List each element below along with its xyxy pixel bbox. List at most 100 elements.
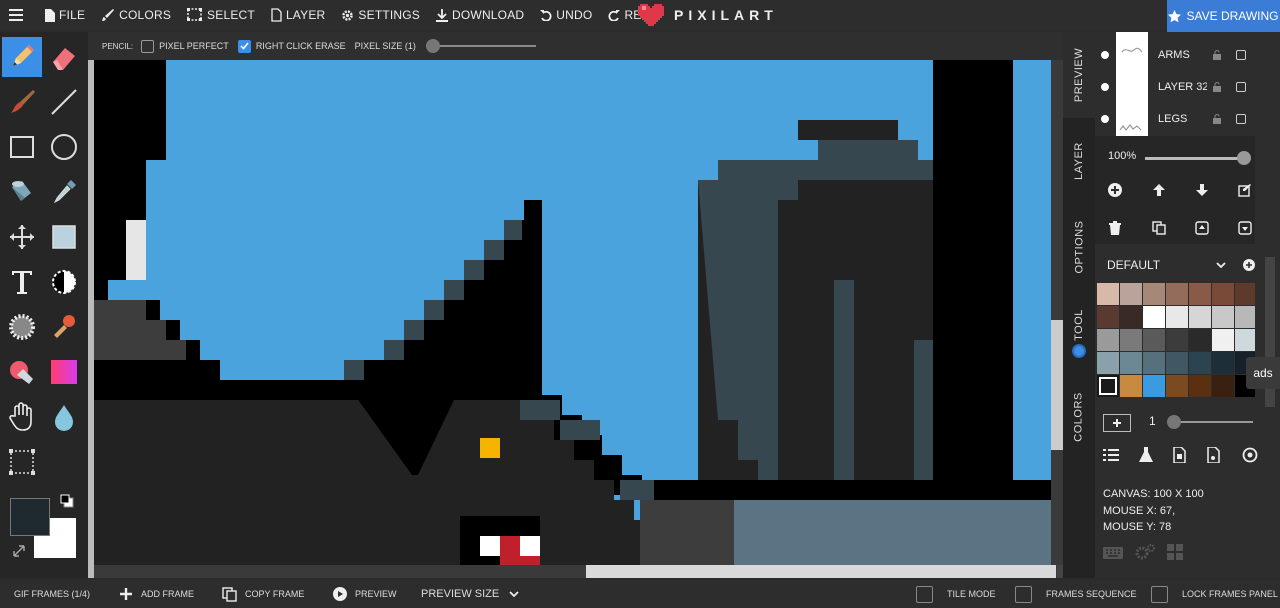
palette-color-swatch[interactable] (1189, 352, 1211, 374)
list-icon[interactable] (1103, 448, 1119, 462)
undo-button[interactable]: UNDO (532, 0, 600, 30)
add-frame-small-button[interactable] (1103, 414, 1131, 432)
unlock-icon[interactable] (1212, 50, 1222, 60)
tile-mode-checkbox[interactable] (916, 585, 933, 603)
select-menu[interactable]: SELECT (179, 0, 263, 30)
palette-color-swatch[interactable] (1212, 283, 1234, 305)
palette-color-swatch[interactable] (1143, 375, 1165, 397)
layer-opacity-slider-knob[interactable] (1237, 151, 1251, 165)
move-tool[interactable] (2, 217, 42, 257)
palette-color-swatch[interactable] (1212, 352, 1234, 374)
add-frame-button[interactable]: ADD FRAME (120, 580, 194, 608)
palette-color-swatch[interactable] (1097, 283, 1119, 305)
copy-frame-button[interactable]: COPY FRAME (222, 580, 304, 608)
palette-color-swatch[interactable] (1097, 329, 1119, 351)
gif-frames-toggle[interactable]: GIF FRAMES (1/4) (14, 580, 90, 608)
palette-color-swatch[interactable] (1120, 329, 1142, 351)
layer-opacity-slider[interactable] (1145, 157, 1243, 160)
add-layer-button[interactable] (1106, 181, 1124, 199)
drawing-canvas-area[interactable] (88, 60, 1063, 578)
palette-color-swatch[interactable] (1189, 306, 1211, 328)
vertical-scroll-thumb[interactable] (1051, 320, 1063, 450)
pixilart-logo[interactable]: PIXILART (638, 0, 778, 30)
palette-color-swatch[interactable] (1097, 306, 1119, 328)
blur-tool[interactable] (44, 397, 84, 437)
grid-icon[interactable] (1167, 544, 1183, 560)
brush-tool[interactable] (2, 82, 42, 122)
palette-color-swatch[interactable] (1120, 306, 1142, 328)
pixel-size-slider-knob[interactable] (425, 39, 440, 53)
layer-row[interactable]: LEGS (1095, 103, 1255, 135)
layer-visibility-dot[interactable] (1101, 51, 1109, 59)
tile-mode-option[interactable]: TILE MODE (916, 580, 996, 608)
palette-color-swatch[interactable] (1189, 375, 1211, 397)
palette-color-swatch[interactable] (1143, 306, 1165, 328)
frame-speed-slider-knob[interactable] (1167, 415, 1181, 429)
palette-color-swatch[interactable] (1143, 329, 1165, 351)
unlock-icon[interactable] (1212, 82, 1222, 92)
palette-color-swatch[interactable] (1189, 329, 1211, 351)
lock-frames-panel-option[interactable]: LOCK FRAMES PANEL (1151, 580, 1278, 608)
palette-color-swatch[interactable] (1143, 283, 1165, 305)
horizontal-scroll-thumb[interactable] (586, 565, 1056, 578)
duplicate-layer-button[interactable] (1150, 219, 1168, 237)
primary-color-swatch[interactable] (10, 498, 50, 536)
horizontal-scrollbar[interactable] (94, 565, 1057, 578)
line-tool[interactable] (44, 82, 84, 122)
add-palette-icon[interactable] (1243, 259, 1255, 271)
layer-visibility-dot[interactable] (1101, 83, 1109, 91)
eraser-tool[interactable] (44, 37, 84, 77)
layer-visibility-dot[interactable] (1101, 115, 1109, 123)
swap-default-colors-icon[interactable] (60, 494, 74, 508)
keyboard-icon[interactable] (1103, 547, 1123, 559)
gradient-tool[interactable] (44, 352, 84, 392)
palette-color-swatch[interactable] (1097, 375, 1119, 397)
palette-color-swatch[interactable] (1166, 306, 1188, 328)
palette-color-swatch[interactable] (1166, 375, 1188, 397)
palette-color-swatch[interactable] (1166, 329, 1188, 351)
delete-layer-button[interactable] (1106, 219, 1124, 237)
layer-checkbox[interactable] (1236, 82, 1246, 92)
right-click-erase-checkbox[interactable] (237, 39, 251, 53)
swap-colors-icon[interactable] (12, 544, 26, 558)
settings-menu[interactable]: SETTINGS (333, 0, 428, 30)
tab-preview[interactable]: PREVIEW (1063, 32, 1095, 118)
flask-icon[interactable] (1139, 447, 1153, 463)
palette-color-swatch[interactable] (1212, 375, 1234, 397)
eyedropper-tool[interactable] (44, 172, 84, 212)
select-rect-tool[interactable] (2, 442, 42, 482)
frames-sequence-option[interactable]: FRAMES SEQUENCE (1015, 580, 1137, 608)
file-menu[interactable]: FILE (36, 0, 93, 30)
download-menu[interactable]: DOWNLOAD (428, 0, 532, 30)
palette-color-swatch[interactable] (1235, 329, 1255, 351)
stamp-tool[interactable] (44, 307, 84, 347)
merge-up-button[interactable] (1193, 219, 1211, 237)
gears-icon[interactable] (1134, 543, 1156, 561)
drawing-canvas[interactable] (94, 60, 1051, 565)
layer-checkbox[interactable] (1236, 50, 1246, 60)
palette-color-swatch[interactable] (1166, 283, 1188, 305)
lock-frames-panel-checkbox[interactable] (1151, 585, 1168, 603)
palette-color-swatch[interactable] (1166, 352, 1188, 374)
lighten-tool[interactable] (44, 262, 84, 302)
hamburger-menu-icon[interactable] (0, 0, 36, 30)
layer-menu[interactable]: LAYER (263, 0, 333, 30)
record-icon[interactable] (1242, 447, 1258, 463)
vertical-scrollbar[interactable] (1051, 60, 1063, 565)
merge-down-button[interactable] (1236, 219, 1254, 237)
move-layer-down-button[interactable] (1193, 181, 1211, 199)
layer-row[interactable]: LAYER 32 (1095, 71, 1255, 103)
frame-speed-slider[interactable] (1175, 421, 1253, 423)
palette-color-swatch[interactable] (1212, 329, 1234, 351)
edit-layer-button[interactable] (1236, 181, 1254, 199)
tab-options[interactable]: OPTIONS (1063, 204, 1095, 290)
save-drawing-button[interactable]: SAVE DRAWING (1167, 0, 1280, 32)
palette-color-swatch[interactable] (1212, 306, 1234, 328)
ellipse-tool[interactable] (44, 127, 84, 167)
pencil-tool[interactable] (2, 37, 42, 77)
shape-fill-tool[interactable] (44, 217, 84, 257)
tab-colors[interactable]: COLORS (1063, 374, 1095, 460)
pixel-perfect-option[interactable]: PIXEL PERFECT (141, 39, 229, 53)
palette-color-swatch[interactable] (1235, 306, 1255, 328)
audio-file-icon[interactable] (1207, 447, 1220, 463)
